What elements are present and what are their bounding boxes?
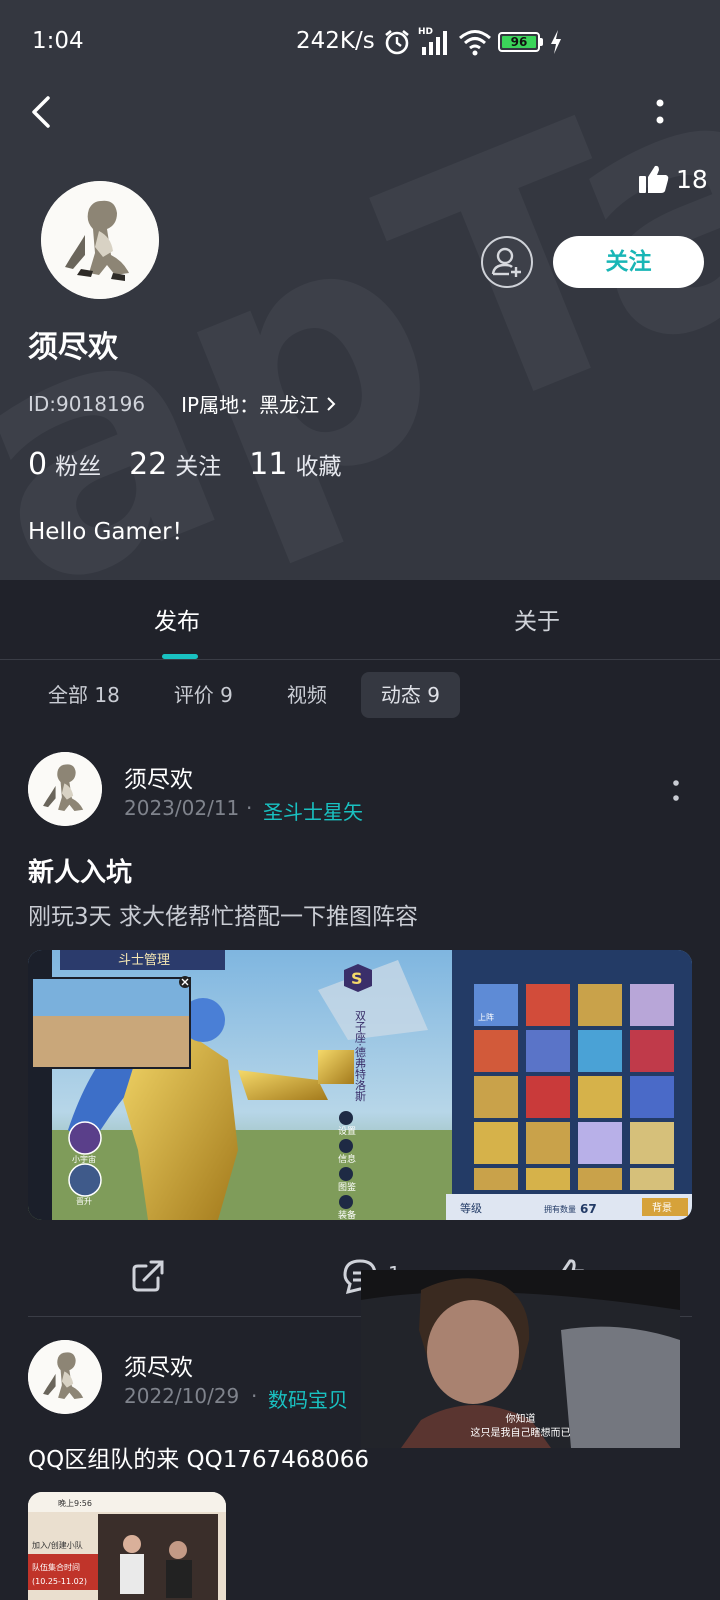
post-image[interactable]: 斗士管理 S 双子座·德弗特洛斯 设置 信息 图鉴 装备 小宇宙 晋升 上阵 等… (28, 950, 692, 1220)
profile-stats: 0 粉丝 22 关注 11 收藏 (28, 447, 341, 482)
subtitle-line-2: 这只是我自己瞎想而已 (470, 1428, 571, 1439)
avatar-illustration (28, 1340, 102, 1414)
share-button[interactable] (128, 1256, 168, 1296)
tab-publish[interactable]: 发布 (154, 602, 200, 636)
post-date: 2023/02/11 (124, 796, 240, 820)
image-header-text: 斗士管理 (118, 953, 170, 968)
add-friend-icon (491, 247, 521, 277)
follow-button[interactable]: 关注 (553, 236, 704, 288)
svg-text:小宇宙: 小宇宙 (72, 1154, 96, 1164)
svg-text:背景: 背景 (652, 1201, 672, 1214)
subtitle-line-1: 你知道 (505, 1414, 536, 1425)
svg-text:队伍集合时间: 队伍集合时间 (32, 1562, 80, 1572)
signal-icon: HD (418, 27, 452, 57)
svg-text:信息: 信息 (338, 1153, 356, 1165)
charging-icon (551, 30, 561, 54)
profile-meta: ID:9018196 IP属地：黑龙江 (28, 389, 337, 418)
post-game-tag[interactable]: 圣斗士星矢 (263, 796, 363, 825)
image-name-vertical: 双子座·德弗特洛斯 (354, 1010, 367, 1102)
image-badge: S (351, 969, 363, 988)
watermark-logo: apTap (0, 30, 720, 580)
post-filters: 全部 18 评价 9 视频 动态 9 (28, 672, 460, 718)
post-text[interactable]: QQ区组队的来 QQ1767468066 (28, 1440, 369, 1474)
active-tab-indicator (162, 654, 198, 659)
filter-videos[interactable]: 视频 (267, 672, 347, 718)
thumbs-up-icon (639, 165, 669, 193)
post-author-name[interactable]: 须尽欢 (124, 1348, 193, 1382)
post-author-avatar[interactable] (28, 752, 102, 826)
profile-username: 须尽欢 (28, 330, 118, 365)
profile-header: apTap 1:04 242K/s HD 96 18 关注 须尽欢 ID:901… (0, 0, 720, 580)
stat-following[interactable]: 22 关注 (129, 447, 221, 482)
svg-text:晋升: 晋升 (76, 1197, 92, 1206)
battery-indicator: 96 (498, 32, 543, 52)
svg-text:装备: 装备 (338, 1209, 356, 1220)
profile-bio: Hello Gamer！ (28, 519, 195, 545)
likes-count: 18 (676, 164, 708, 194)
svg-text:上阵: 上阵 (478, 1012, 494, 1022)
favorites-count: 11 (249, 447, 288, 482)
svg-text:晚上9:56: 晚上9:56 (58, 1498, 92, 1508)
status-time: 1:04 (32, 28, 84, 54)
post-text[interactable]: 刚玩3天 求大佬帮忙搭配一下推图阵容 (28, 897, 418, 931)
post-author-name[interactable]: 须尽欢 (124, 760, 193, 794)
more-options-button[interactable] (650, 96, 670, 132)
tab-about[interactable]: 关于 (514, 602, 560, 636)
status-bar: 1:04 242K/s HD 96 (0, 0, 720, 84)
svg-text:图鉴: 图鉴 (338, 1181, 356, 1193)
ip-location[interactable]: IP属地：黑龙江 (181, 389, 337, 418)
avatar-illustration (28, 752, 102, 826)
profile-avatar[interactable] (41, 181, 159, 299)
filter-all[interactable]: 全部 18 (28, 672, 140, 718)
post-date: 2022/10/29 (124, 1384, 240, 1408)
favorites-label: 收藏 (295, 454, 342, 480)
post-image[interactable]: 晚上9:56 加入/创建小队 队伍集合时间 (10.25-11.02) (28, 1492, 226, 1600)
user-id: ID:9018196 (28, 391, 146, 416)
stat-fans[interactable]: 0 粉丝 (28, 447, 101, 482)
post-game-tag[interactable]: 数码宝贝 (268, 1384, 348, 1413)
battery-level: 96 (502, 36, 536, 48)
game-screenshot: 斗士管理 S 双子座·德弗特洛斯 设置 信息 图鉴 装备 小宇宙 晋升 上阵 等… (28, 950, 692, 1220)
add-friend-button[interactable] (481, 236, 533, 288)
following-count: 22 (129, 447, 168, 482)
svg-text:67: 67 (580, 1202, 597, 1216)
svg-text:等级: 等级 (460, 1201, 482, 1215)
wifi-icon (459, 30, 491, 56)
floating-video-player[interactable]: 你知道 这只是我自己瞎想而已 (361, 1270, 680, 1448)
avatar-illustration (41, 181, 159, 299)
profile-likes[interactable]: 18 (638, 164, 708, 194)
back-arrow-icon (32, 96, 50, 128)
post-author-avatar[interactable] (28, 1340, 102, 1414)
chevron-right-icon (327, 396, 336, 411)
filter-reviews[interactable]: 评价 9 (154, 672, 253, 718)
back-button[interactable] (22, 90, 62, 134)
fans-count: 0 (28, 447, 48, 482)
following-label: 关注 (175, 454, 222, 480)
game-screenshot: 晚上9:56 加入/创建小队 队伍集合时间 (10.25-11.02) (28, 1492, 226, 1600)
post-separator: · (246, 796, 253, 820)
status-icons: HD 96 (382, 26, 563, 58)
svg-text:(10.25-11.02): (10.25-11.02) (32, 1577, 87, 1586)
network-speed: 242K/s (296, 28, 375, 54)
svg-text:拥有数量: 拥有数量 (544, 1204, 576, 1214)
ip-location-label: IP属地：黑龙江 (181, 393, 320, 417)
share-icon (132, 1260, 164, 1292)
post-title[interactable]: 新人入坑 (28, 852, 132, 889)
fans-label: 粉丝 (55, 454, 102, 480)
post-more-button[interactable] (670, 778, 682, 806)
more-vertical-icon (656, 99, 664, 124)
svg-text:加入/创建小队: 加入/创建小队 (32, 1540, 83, 1550)
stat-favorites[interactable]: 11 收藏 (249, 447, 341, 482)
alarm-icon (385, 29, 409, 55)
svg-text:apTap: apTap (0, 30, 720, 580)
post-separator: · (251, 1384, 258, 1408)
svg-text:设置: 设置 (338, 1126, 356, 1137)
filter-moments[interactable]: 动态 9 (360, 672, 460, 718)
profile-tabs: 发布 关于 (0, 580, 720, 660)
more-vertical-icon (673, 780, 679, 801)
